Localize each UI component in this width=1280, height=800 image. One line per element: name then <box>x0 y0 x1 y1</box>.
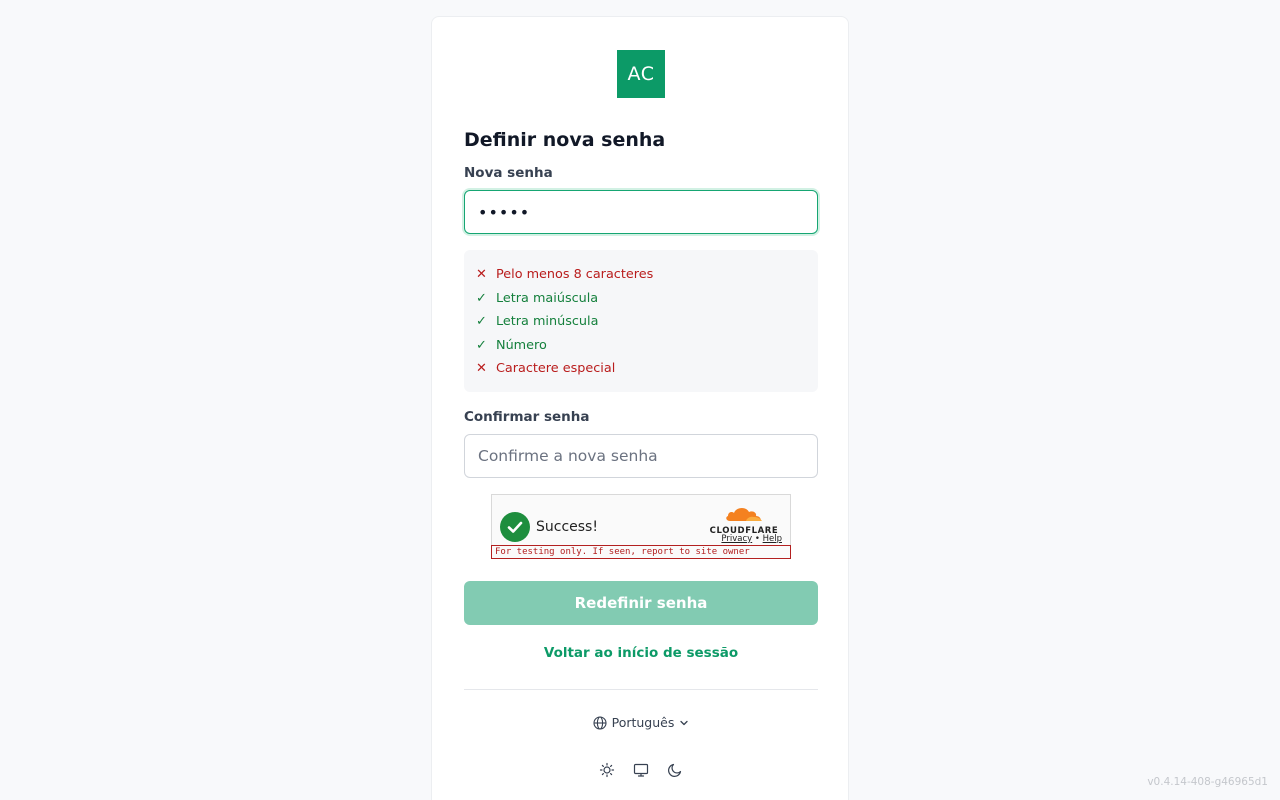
moon-icon <box>668 763 682 777</box>
requirement-min-length: ✕ Pelo menos 8 caracteres <box>476 263 806 287</box>
system-theme-button[interactable] <box>632 761 650 779</box>
help-link[interactable]: Help <box>763 534 782 544</box>
language-label: Português <box>611 715 675 730</box>
requirement-uppercase: ✓ Letra maiúscula <box>476 287 806 311</box>
chevron-down-icon <box>680 720 689 725</box>
app-logo: AC <box>617 50 665 98</box>
captcha-links: Privacy • Help <box>721 534 782 544</box>
requirement-special-char: ✕ Caractere especial <box>476 357 806 381</box>
password-requirements: ✕ Pelo menos 8 caracteres ✓ Letra maiúsc… <box>464 250 818 392</box>
requirement-text: Pelo menos 8 caracteres <box>496 267 654 283</box>
requirement-number: ✓ Número <box>476 334 806 358</box>
reset-password-button[interactable]: Redefinir senha <box>464 581 818 625</box>
version-label: v0.4.14-408-g46965d1 <box>1147 776 1268 788</box>
sun-icon <box>599 762 615 778</box>
check-icon: ✓ <box>476 314 487 330</box>
requirement-lowercase: ✓ Letra minúscula <box>476 310 806 334</box>
requirement-text: Caractere especial <box>496 361 616 377</box>
confirm-password-label: Confirmar senha <box>464 409 590 425</box>
new-password-label: Nova senha <box>464 165 553 181</box>
language-selector[interactable]: Português <box>432 715 850 730</box>
captcha-test-note: For testing only. If seen, report to sit… <box>491 545 791 559</box>
confirm-password-input[interactable]: Confirme a nova senha <box>464 434 818 478</box>
privacy-link[interactable]: Privacy <box>721 534 752 544</box>
theme-switcher <box>432 761 850 779</box>
new-password-value: ••••• <box>478 202 531 222</box>
globe-icon <box>593 715 607 730</box>
x-icon: ✕ <box>476 361 487 377</box>
requirement-text: Número <box>496 337 547 353</box>
check-icon: ✓ <box>476 337 487 353</box>
requirement-text: Letra minúscula <box>496 314 599 330</box>
requirement-text: Letra maiúscula <box>496 290 599 306</box>
confirm-password-placeholder: Confirme a nova senha <box>478 447 658 465</box>
cloud-icon <box>726 507 762 521</box>
monitor-icon <box>633 763 649 777</box>
success-check-icon <box>500 512 530 542</box>
x-icon: ✕ <box>476 267 487 283</box>
cloudflare-logo: CLOUDFLARE <box>706 505 782 536</box>
captcha-status: Success! <box>536 519 598 535</box>
link-separator: • <box>752 534 763 544</box>
reset-password-card: AC Definir nova senha Nova senha ••••• ✕… <box>431 16 849 800</box>
back-to-login-link[interactable]: Voltar ao início de sessão <box>432 645 850 661</box>
check-icon: ✓ <box>476 290 487 306</box>
new-password-input[interactable]: ••••• <box>464 190 818 234</box>
dark-theme-button[interactable] <box>666 761 684 779</box>
page-title: Definir nova senha <box>464 129 666 151</box>
divider <box>464 689 818 690</box>
light-theme-button[interactable] <box>598 761 616 779</box>
